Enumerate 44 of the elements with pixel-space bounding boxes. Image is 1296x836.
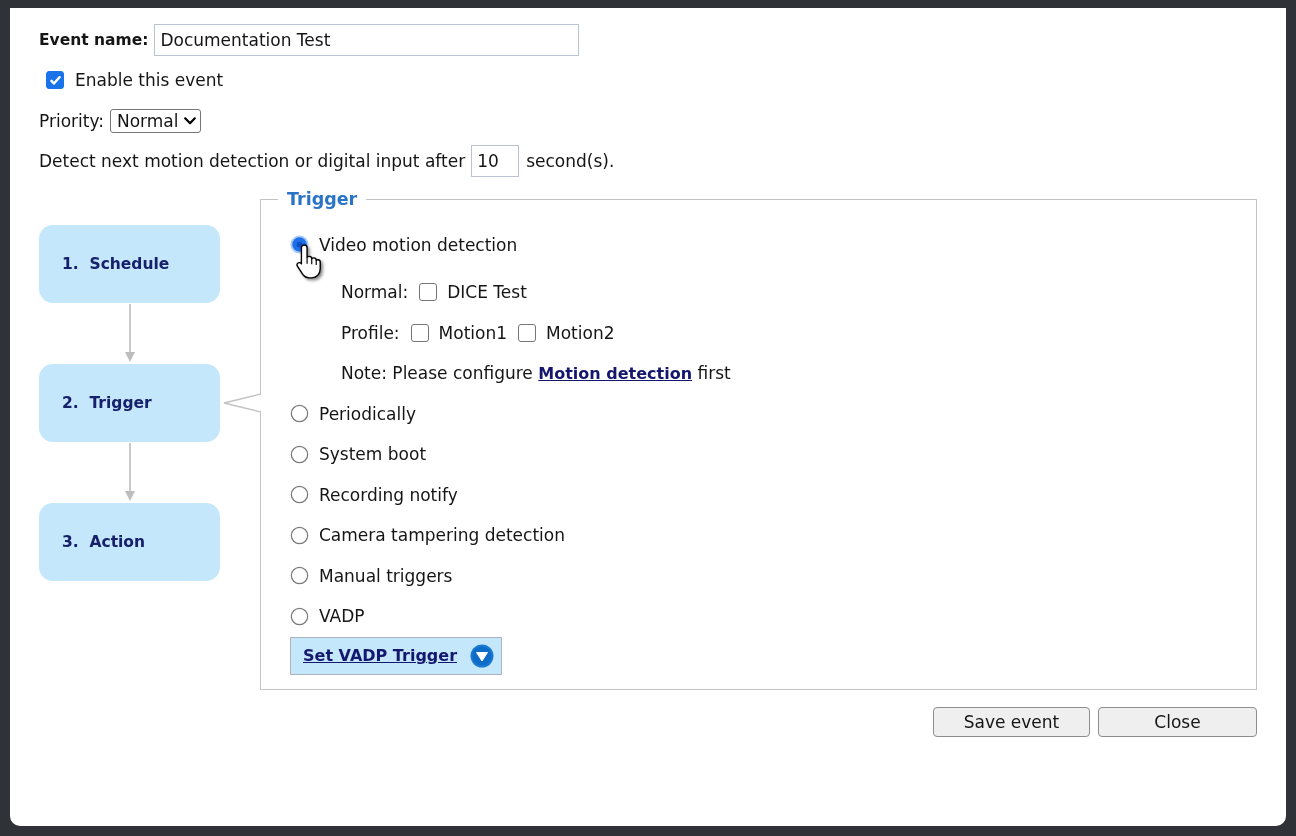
- radio-label: Manual triggers: [319, 565, 453, 586]
- checkbox[interactable]: [419, 283, 438, 302]
- radio-button[interactable]: [290, 444, 309, 464]
- trigger-panel-title: Trigger: [286, 189, 359, 209]
- dropdown-circle-icon: [470, 643, 495, 668]
- checkbox-label: Motion2: [546, 322, 615, 343]
- radio-button[interactable]: [290, 566, 309, 586]
- wizard-step[interactable]: 2. Trigger: [39, 364, 220, 442]
- checkbox-label: DICE Test: [447, 282, 527, 303]
- radio-label: System boot: [319, 444, 427, 465]
- dialog-button[interactable]: Close: [1098, 706, 1257, 737]
- radio-label: Periodically: [319, 403, 416, 424]
- filter-label: Normal:: [341, 282, 409, 303]
- chevron-down-icon: [183, 117, 196, 125]
- motion-detection-link[interactable]: Motion detection: [538, 364, 693, 384]
- priority-select[interactable]: Normal: [110, 109, 201, 133]
- event-name-label: Event name:: [39, 31, 149, 49]
- priority-label: Priority:: [39, 111, 104, 131]
- wizard-step[interactable]: 3. Action: [39, 503, 220, 581]
- event-name-field[interactable]: Documentation Test: [154, 24, 580, 56]
- connector-arrow: [123, 442, 136, 503]
- detect-interval-label: Detect next motion detection or digital input after: [39, 151, 466, 171]
- interval-field[interactable]: 10: [471, 145, 520, 177]
- radio-label: Recording notify: [319, 484, 458, 505]
- seconds-label: second(s).: [526, 151, 615, 171]
- connector-arrow: [123, 303, 136, 364]
- radio-button[interactable]: [290, 606, 309, 626]
- radio-button[interactable]: [290, 525, 309, 545]
- filter-label: Profile:: [341, 322, 400, 343]
- radio-button[interactable]: [290, 404, 309, 424]
- checkbox[interactable]: [46, 71, 64, 89]
- dialog-button[interactable]: Save event: [933, 706, 1090, 737]
- radio-label: Video motion detection: [319, 234, 518, 255]
- radio-button[interactable]: [290, 485, 309, 505]
- radio-label: VADP: [319, 606, 365, 627]
- checkmark-icon: [49, 75, 61, 85]
- wizard-step[interactable]: 1. Schedule: [39, 225, 220, 303]
- enable-event-label: Enable this event: [75, 70, 224, 90]
- set-vadp-trigger-button[interactable]: Set VADP Trigger: [290, 636, 503, 675]
- checkbox-label: Motion1: [438, 322, 508, 343]
- note-text: Note: Please configure Motion detection first: [341, 363, 731, 384]
- radio-label: Camera tampering detection: [319, 525, 565, 546]
- checkbox[interactable]: [410, 323, 429, 342]
- checkbox[interactable]: [518, 323, 537, 342]
